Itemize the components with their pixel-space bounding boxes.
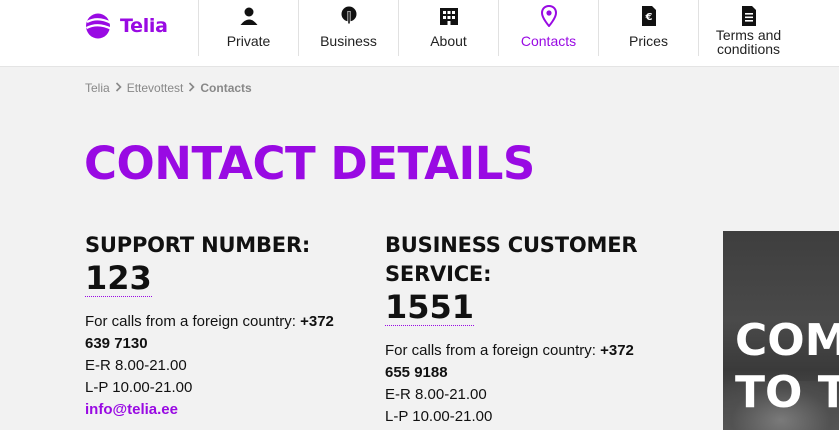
business-heading-line1: BUSINESS CUSTOMER (385, 233, 638, 257)
svg-text:€: € (644, 12, 652, 23)
promo-line1: COM (735, 315, 839, 366)
breadcrumb: Telia Ettevottest Contacts (85, 81, 252, 95)
logo-text: Telia (120, 15, 168, 37)
chevron-right-icon (188, 81, 196, 95)
support-foreign-code: +372 (300, 313, 334, 330)
business-hours-weekdays: E-R 8.00-21.00 (385, 386, 487, 403)
business-foreign-number: 655 9188 (385, 364, 448, 381)
business-icon (340, 3, 358, 29)
nav-item-terms[interactable]: Terms and conditions (698, 0, 798, 56)
nav-item-contacts[interactable]: Contacts (498, 0, 598, 56)
breadcrumb-link-ettevottest[interactable]: Ettevottest (127, 81, 184, 95)
nav-label: Contacts (520, 33, 577, 49)
nav-item-about[interactable]: About (398, 0, 498, 56)
promo-text: COM TO T (735, 315, 839, 419)
promo-line2: TO T (735, 367, 839, 418)
support-heading: SUPPORT NUMBER: (85, 233, 311, 257)
business-foreign-code: +372 (600, 342, 634, 359)
support-foreign-number-line: 639 7130 (85, 333, 375, 355)
nav-label: Terms and conditions (715, 27, 782, 57)
nav-label: Prices (629, 33, 668, 49)
support-hours-weekdays: E-R 8.00-21.00 (85, 357, 187, 374)
nav-label: About (430, 33, 467, 49)
support-foreign-number: 639 7130 (85, 335, 148, 352)
chevron-right-icon (115, 81, 122, 95)
euro-document-icon: € (641, 3, 657, 29)
business-foreign-number-line: 655 9188 (385, 362, 685, 384)
business-hours-weekend: L-P 10.00-21.00 (385, 408, 493, 425)
location-pin-icon (540, 3, 557, 29)
breadcrumb-link-telia[interactable]: Telia (85, 81, 110, 95)
support-foreign-line: For calls from a foreign country: +372 (85, 311, 375, 333)
telia-logo[interactable]: Telia (84, 12, 168, 40)
nav-label: Private (226, 33, 271, 49)
building-icon (439, 3, 459, 29)
main-nav: Private Business About Contacts € Prices… (198, 0, 798, 56)
nav-label: Business (320, 33, 377, 49)
site-header: Telia Private Business About Contacts € … (0, 0, 839, 67)
support-email-link[interactable]: info@telia.ee (85, 401, 178, 418)
breadcrumb-current: Contacts (200, 81, 252, 95)
support-foreign-label: For calls from a foreign country: (85, 313, 296, 330)
business-foreign-line: For calls from a foreign country: +372 (385, 340, 685, 362)
nav-item-prices[interactable]: € Prices (598, 0, 698, 56)
business-phone-number[interactable]: 1551 (385, 290, 475, 326)
promo-banner[interactable]: COM TO T (723, 231, 839, 430)
nav-item-business[interactable]: Business (298, 0, 398, 56)
support-hours-weekend: L-P 10.00-21.00 (85, 379, 193, 396)
nav-item-private[interactable]: Private (198, 0, 298, 56)
telia-logo-icon (85, 13, 113, 39)
page-title: CONTACT DETAILS (84, 137, 535, 190)
business-block: BUSINESS CUSTOMER SERVICE: 1551 For call… (385, 231, 685, 428)
business-foreign-label: For calls from a foreign country: (385, 342, 596, 359)
document-icon (741, 3, 757, 28)
support-phone-number[interactable]: 123 (85, 261, 152, 297)
support-block: SUPPORT NUMBER: 123 For calls from a for… (85, 231, 375, 421)
business-heading-line2: SERVICE: (385, 262, 492, 286)
person-icon (239, 3, 259, 29)
